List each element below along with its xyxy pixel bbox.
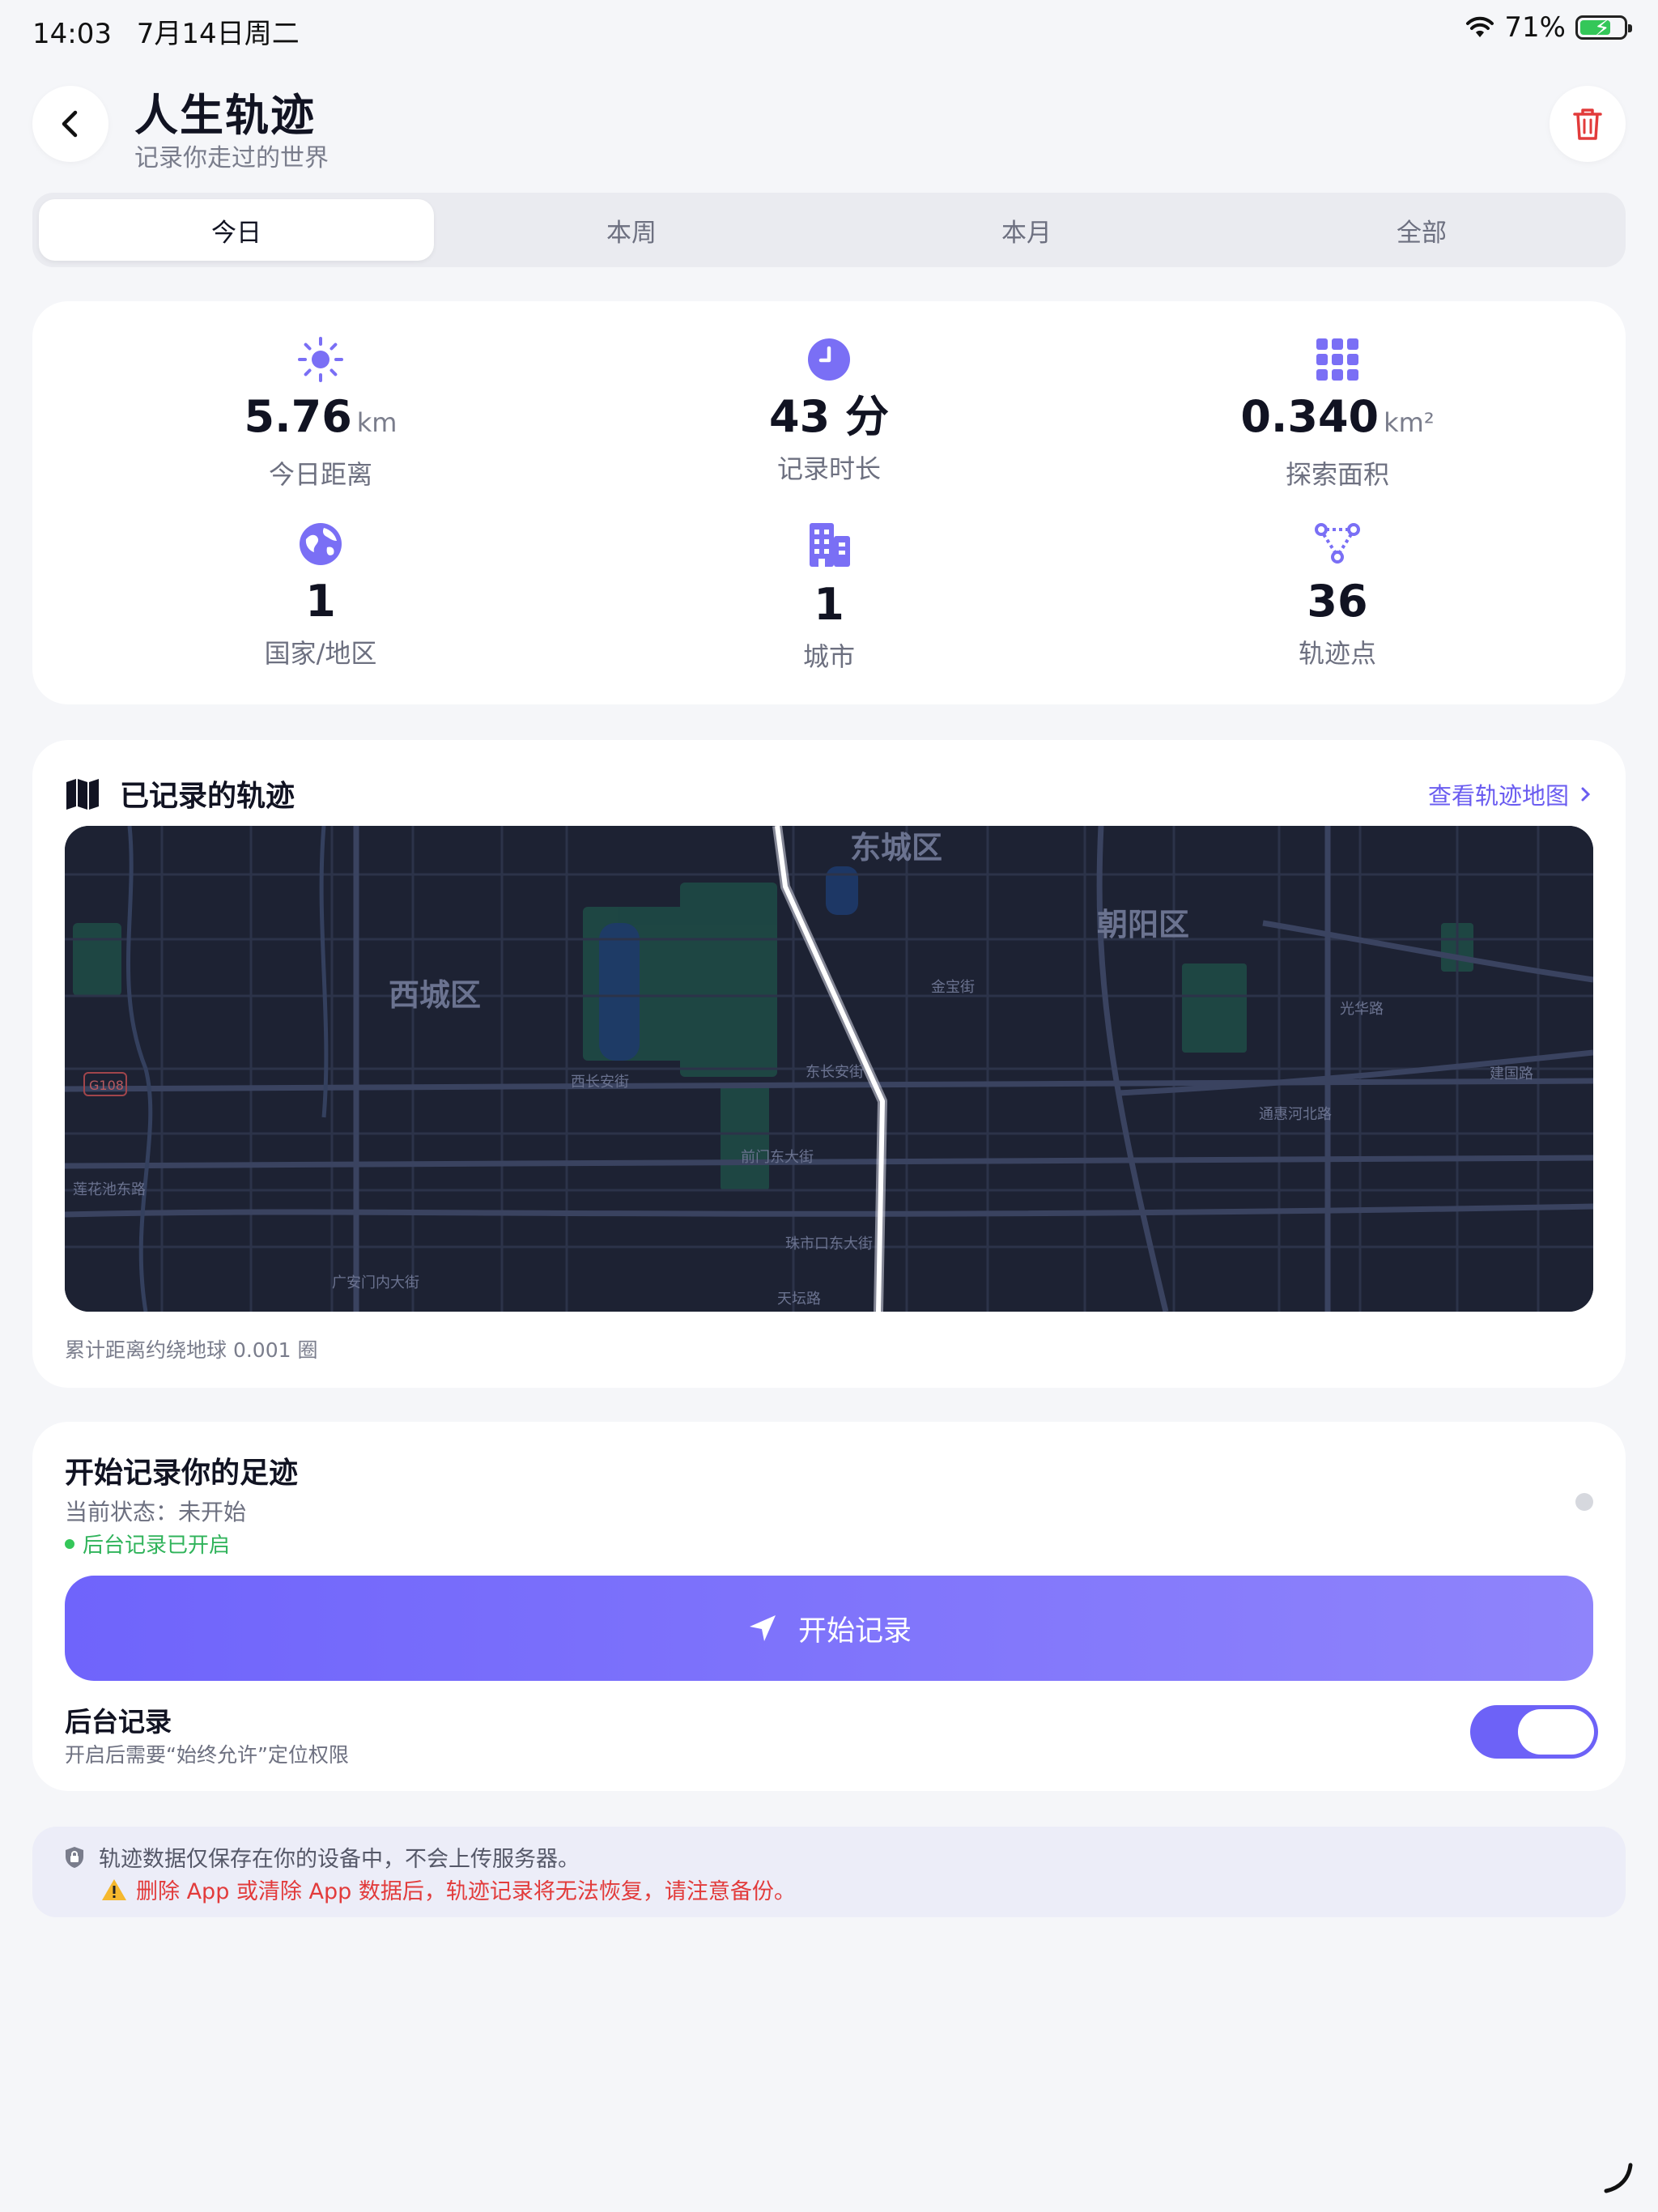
track-title: 已记录的轨迹 — [120, 780, 295, 813]
charging-icon: ⚡ — [1594, 15, 1610, 41]
warning-icon — [102, 1878, 126, 1900]
background-status: 后台记录已开启 — [65, 1529, 230, 1559]
view-track-map-label: 查看轨迹地图 — [1427, 782, 1569, 810]
trash-icon — [1573, 108, 1602, 140]
stat-distance-label: 今日距离 — [268, 459, 372, 490]
status-clock: 14:03 — [32, 18, 112, 50]
tab-all[interactable]: 全部 — [1224, 199, 1619, 261]
toggle-knob — [1518, 1709, 1594, 1755]
notice-text-2: 删除 App 或清除 App 数据后，轨迹记录将无法恢复，请注意备份。 — [136, 1879, 796, 1904]
clock-icon — [805, 335, 853, 384]
track-card: 已记录的轨迹 查看轨迹地图 东城区 西城区 朝阳区 西长安街 东长安街 前门东大… — [32, 740, 1626, 1388]
background-record-desc: 开启后需要“始终允许”定位权限 — [65, 1743, 349, 1767]
map-label-dongcheng: 东城区 — [850, 830, 942, 866]
notice-line-1: 轨迹数据仅保存在你的设备中，不会上传服务器。 — [63, 1841, 580, 1873]
shield-lock-icon — [66, 1846, 83, 1868]
stat-city-label: 城市 — [802, 641, 855, 672]
background-status-text: 后台记录已开启 — [83, 1534, 231, 1558]
stat-city-value: 1 — [814, 579, 844, 630]
earth-circle-note: 累计距离约绕地球 0.001 圈 — [65, 1338, 318, 1362]
page-subtitle: 记录你走过的世界 — [134, 144, 329, 172]
map-label-road-2: 东长安街 — [806, 1064, 864, 1081]
map-label-road-7: 金宝街 — [931, 979, 975, 996]
stat-area-value: 0.340 km² — [1240, 391, 1435, 442]
stat-area-label: 探索面积 — [1285, 459, 1389, 490]
globe-icon — [296, 520, 345, 568]
map-label-chaoyang: 朝阳区 — [1097, 907, 1189, 942]
status-right: 71% ⚡ — [1465, 11, 1632, 44]
page-title: 人生轨迹 — [134, 90, 316, 141]
start-record-label: 开始记录 — [797, 1614, 912, 1648]
record-status: 当前状态：未开始 — [65, 1499, 247, 1525]
notice-line-2: 删除 App 或清除 App 数据后，轨迹记录将无法恢复，请注意备份。 — [100, 1874, 796, 1905]
map-icon — [66, 779, 99, 810]
tab-month[interactable]: 本月 — [829, 199, 1224, 261]
delete-button[interactable] — [1550, 86, 1626, 162]
track-map[interactable]: 东城区 西城区 朝阳区 西长安街 东长安街 前门东大街 珠市口东大街 广安门内大… — [65, 826, 1593, 1312]
map-label-road-11: 天坛路 — [777, 1291, 821, 1308]
stat-duration-label: 记录时长 — [776, 453, 881, 484]
battery-icon: ⚡ — [1575, 15, 1632, 41]
map-label-xicheng: 西城区 — [389, 977, 481, 1013]
wifi-icon — [1466, 16, 1494, 37]
navigation-arrow-icon — [749, 1615, 776, 1641]
map-label-road-8: 光华路 — [1340, 1001, 1384, 1018]
stat-area: 0.340 km² 探索面积 — [1095, 335, 1580, 491]
stat-points-value: 36 — [1307, 576, 1368, 627]
chevron-left-icon — [62, 110, 78, 138]
start-record-button[interactable]: 开始记录 — [65, 1576, 1593, 1681]
back-button[interactable] — [32, 86, 108, 162]
notice-text-1: 轨迹数据仅保存在你的设备中，不会上传服务器。 — [99, 1847, 580, 1872]
status-date: 7月14日周二 — [136, 18, 300, 50]
stat-distance: 5.76 km 今日距离 — [78, 335, 563, 491]
view-track-map-link[interactable]: 查看轨迹地图 — [1428, 777, 1592, 811]
map-label-road-6: 莲花池东路 — [73, 1181, 146, 1198]
background-record-toggle[interactable] — [1470, 1705, 1598, 1759]
status-time: 14:03 7月14日周二 — [32, 11, 300, 51]
stat-country: 1 国家/地区 — [78, 520, 563, 670]
period-tabs: 今日 本周 本月 全部 — [32, 193, 1626, 267]
privacy-notice: 轨迹数据仅保存在你的设备中，不会上传服务器。 删除 App 或清除 App 数据… — [32, 1827, 1626, 1917]
map-label-road-3: 前门东大街 — [741, 1149, 814, 1166]
map-label-road-9: 通惠河北路 — [1259, 1106, 1332, 1123]
status-green-dot — [65, 1538, 74, 1549]
stat-city: 1 城市 — [586, 520, 1072, 674]
sun-icon — [296, 335, 345, 384]
corner-indicator-icon — [1604, 2163, 1633, 2193]
background-record-label: 后台记录 — [65, 1706, 172, 1738]
stat-country-value: 1 — [305, 576, 336, 627]
stat-points-label: 轨迹点 — [1298, 638, 1376, 669]
status-bar: 14:03 7月14日周二 71% ⚡ — [0, 0, 1658, 58]
header: 人生轨迹 记录你走过的世界 — [32, 84, 1626, 173]
building-icon — [805, 520, 853, 568]
record-title: 开始记录你的足迹 — [65, 1457, 299, 1490]
map-label-road-4: 珠市口东大街 — [785, 1236, 873, 1253]
map-label-g108: G108 — [89, 1078, 124, 1093]
map-label-road-1: 西长安街 — [571, 1074, 629, 1091]
grid-icon — [1313, 335, 1362, 384]
stats-card: 5.76 km 今日距离 43 分 记录时长 0.340 km² 探索面积 1 … — [32, 301, 1626, 704]
tab-today[interactable]: 今日 — [39, 199, 434, 261]
stat-points: 36 轨迹点 — [1095, 520, 1580, 670]
track-header: 已记录的轨迹 — [65, 772, 295, 815]
route-points-icon — [1313, 520, 1362, 568]
stat-country-label: 国家/地区 — [264, 638, 377, 669]
battery-percent: 71% — [1504, 11, 1566, 44]
record-card: 开始记录你的足迹 当前状态：未开始 后台记录已开启 开始记录 后台记录 开启后需… — [32, 1422, 1626, 1791]
stat-duration: 43 分 记录时长 — [586, 335, 1072, 486]
map-label-road-5: 广安门内大街 — [332, 1274, 419, 1291]
record-status-indicator — [1575, 1493, 1593, 1511]
chevron-right-icon — [1581, 787, 1591, 802]
tab-week[interactable]: 本周 — [434, 199, 829, 261]
map-label-road-10: 建国路 — [1490, 1066, 1533, 1083]
stat-duration-value: 43 分 — [769, 391, 889, 442]
map-canvas: 东城区 西城区 朝阳区 西长安街 东长安街 前门东大街 珠市口东大街 广安门内大… — [65, 826, 1593, 1312]
stat-distance-value: 5.76 km — [244, 391, 397, 442]
